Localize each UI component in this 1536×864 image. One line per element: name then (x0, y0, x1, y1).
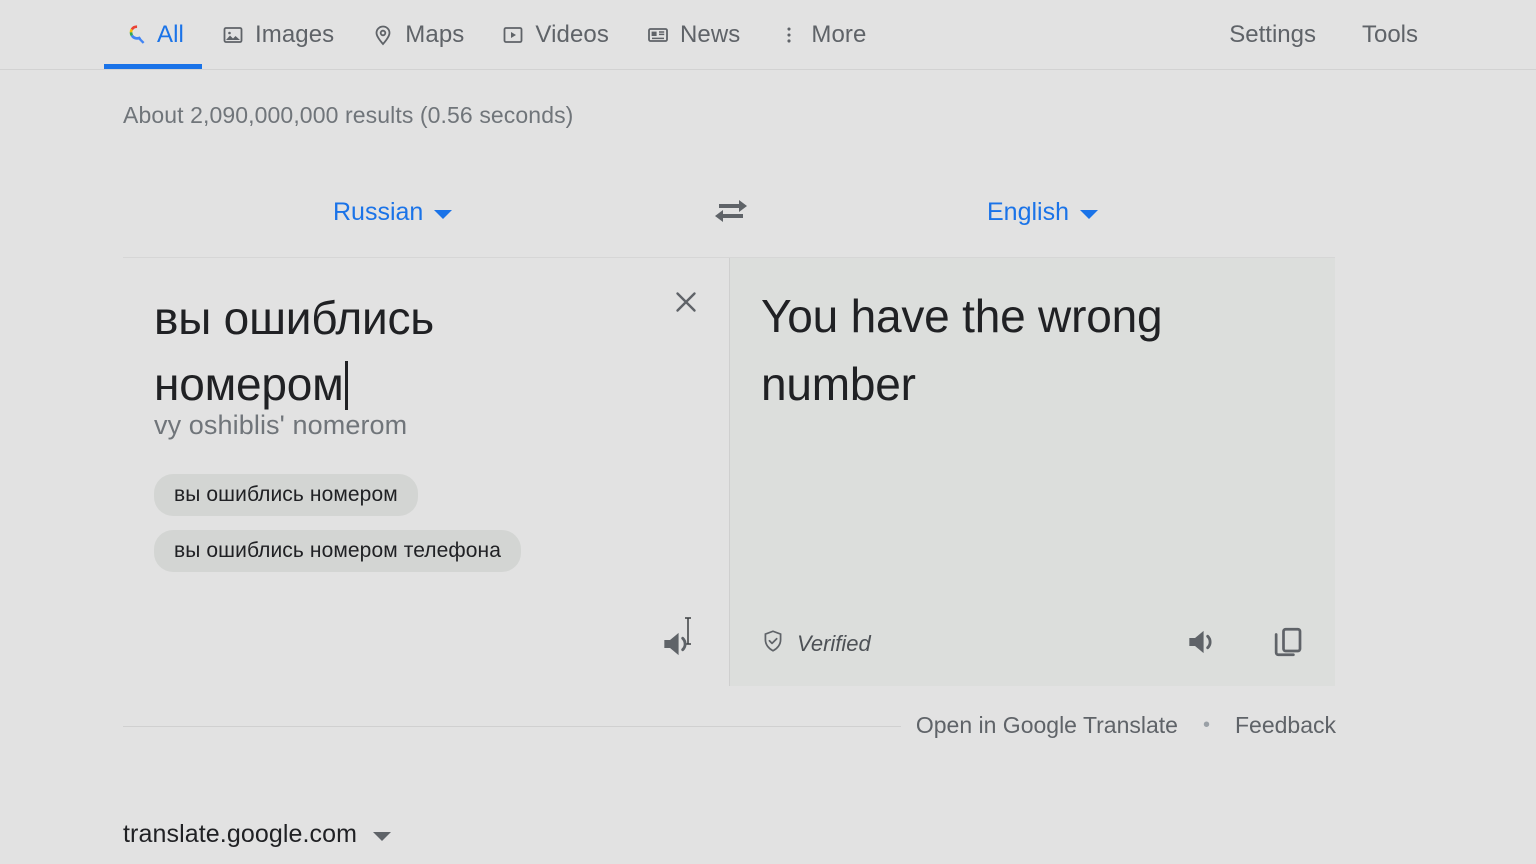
shield-check-icon (760, 628, 786, 660)
tab-all-label: All (157, 20, 184, 48)
transliteration: vy oshiblis' nomerom (154, 410, 408, 440)
more-vertical-icon (776, 22, 802, 48)
chevron-down-icon (1080, 209, 1098, 219)
translated-text: You have the wrong number (761, 290, 1163, 410)
search-tools-group: Settings Tools (1211, 0, 1436, 69)
verified-label: Verified (797, 631, 871, 656)
speaker-icon (1183, 623, 1221, 666)
open-in-google-translate-link[interactable]: Open in Google Translate (916, 712, 1178, 739)
target-language-dropdown[interactable]: English (987, 190, 1098, 234)
tab-images[interactable]: Images (202, 0, 352, 69)
source-text-input[interactable]: вы ошиблись номером (154, 285, 554, 417)
listen-source-button[interactable] (649, 618, 705, 674)
swap-horizontal-icon (711, 194, 751, 233)
tab-maps-label: Maps (405, 20, 465, 48)
feedback-link[interactable]: Feedback (1235, 712, 1336, 739)
listen-translation-button[interactable] (1174, 616, 1230, 672)
result-source-url: translate.google.com (123, 820, 392, 849)
target-panel: You have the wrong number Verified (729, 258, 1335, 686)
search-tabs-bar: All Images Maps Videos News More Setting… (0, 0, 1536, 70)
translate-card: вы ошиблись номером vy oshiblis' nomerom… (123, 257, 1335, 686)
chevron-down-icon (434, 209, 453, 219)
tab-videos[interactable]: Videos (482, 0, 627, 69)
map-pin-icon (370, 22, 396, 48)
footer-divider (123, 726, 901, 727)
video-icon (500, 22, 526, 48)
tab-more[interactable]: More (758, 0, 884, 69)
result-stats: About 2,090,000,000 results (0.56 second… (123, 102, 574, 128)
close-icon (669, 285, 703, 324)
source-actions (123, 618, 729, 674)
tab-more-label: More (811, 20, 867, 48)
tab-all[interactable]: All (104, 0, 202, 69)
footer-separator: • (1202, 714, 1210, 736)
clear-source-button[interactable] (662, 280, 710, 328)
speaker-icon (658, 625, 696, 668)
tab-news-label: News (679, 20, 741, 48)
suggestion-chip[interactable]: вы ошиблись номером (154, 474, 418, 516)
swap-languages-button[interactable] (705, 192, 757, 234)
verified-badge: Verified (760, 628, 871, 660)
footer-links: Open in Google Translate • Feedback (916, 712, 1336, 739)
tools-button[interactable]: Tools (1344, 0, 1436, 69)
settings-button[interactable]: Settings (1211, 0, 1334, 69)
copy-icon (1270, 624, 1306, 665)
source-language-label: Russian (333, 197, 424, 226)
source-panel: вы ошиблись номером vy oshiblis' nomerom… (123, 258, 729, 686)
tab-news[interactable]: News (627, 0, 758, 69)
google-search-icon (122, 22, 148, 48)
source-domain-label[interactable]: translate.google.com (123, 820, 357, 849)
tab-maps[interactable]: Maps (352, 0, 482, 69)
news-icon (645, 22, 671, 48)
search-result-page: All Images Maps Videos News More Setting… (0, 0, 1536, 864)
source-language-dropdown[interactable]: Russian (333, 190, 453, 234)
tab-images-label: Images (254, 20, 335, 48)
search-tabs: All Images Maps Videos News More (104, 0, 884, 69)
copy-translation-button[interactable] (1260, 616, 1316, 672)
chevron-down-icon[interactable] (373, 832, 392, 841)
image-icon (220, 22, 246, 48)
source-text-value: вы ошиблись номером (154, 292, 435, 410)
suggestion-chips: вы ошиблись номером вы ошиблись номером … (154, 474, 522, 572)
text-caret (344, 361, 348, 410)
tab-videos-label: Videos (535, 20, 609, 48)
language-selector-row: Russian English (123, 190, 1335, 238)
target-language-label: English (987, 197, 1069, 226)
suggestion-chip[interactable]: вы ошиблись номером телефона (154, 530, 522, 572)
target-icon-group (1174, 616, 1316, 672)
target-actions: Verified (730, 614, 1336, 674)
